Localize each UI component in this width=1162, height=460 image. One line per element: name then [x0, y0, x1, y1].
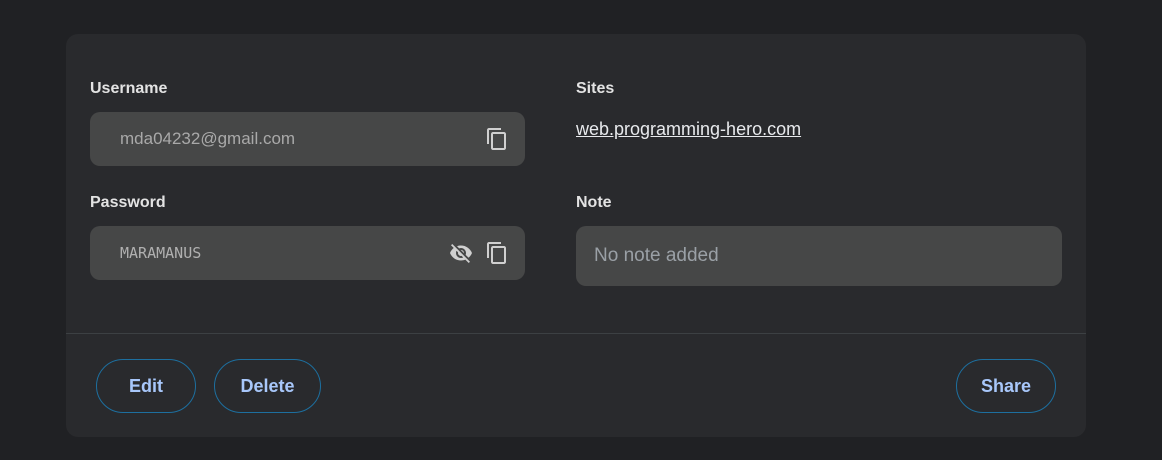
password-field[interactable]: MARAMANUS [90, 226, 525, 280]
visibility-off-icon [450, 244, 472, 263]
copy-password-button[interactable] [485, 241, 509, 265]
toggle-password-visibility-button[interactable] [449, 241, 473, 265]
copy-icon [487, 128, 506, 150]
username-label: Username [90, 80, 168, 97]
edit-button[interactable]: Edit [96, 359, 196, 413]
password-label: Password [90, 194, 166, 211]
username-field[interactable]: mda04232@gmail.com [90, 112, 525, 166]
divider [66, 333, 1086, 334]
delete-button[interactable]: Delete [214, 359, 321, 413]
note-field: No note added [576, 226, 1062, 286]
username-value: mda04232@gmail.com [120, 129, 296, 148]
note-label: Note [576, 194, 612, 211]
share-button[interactable]: Share [956, 359, 1056, 413]
password-value: MARAMANUS [120, 244, 202, 262]
note-placeholder: No note added [594, 245, 719, 266]
sites-label: Sites [576, 80, 615, 97]
copy-icon [487, 242, 506, 264]
site-link[interactable]: web.programming-hero.com [576, 118, 801, 140]
copy-username-button[interactable] [485, 127, 509, 151]
password-details-card: Username mda04232@gmail.com Password MAR… [66, 34, 1086, 437]
